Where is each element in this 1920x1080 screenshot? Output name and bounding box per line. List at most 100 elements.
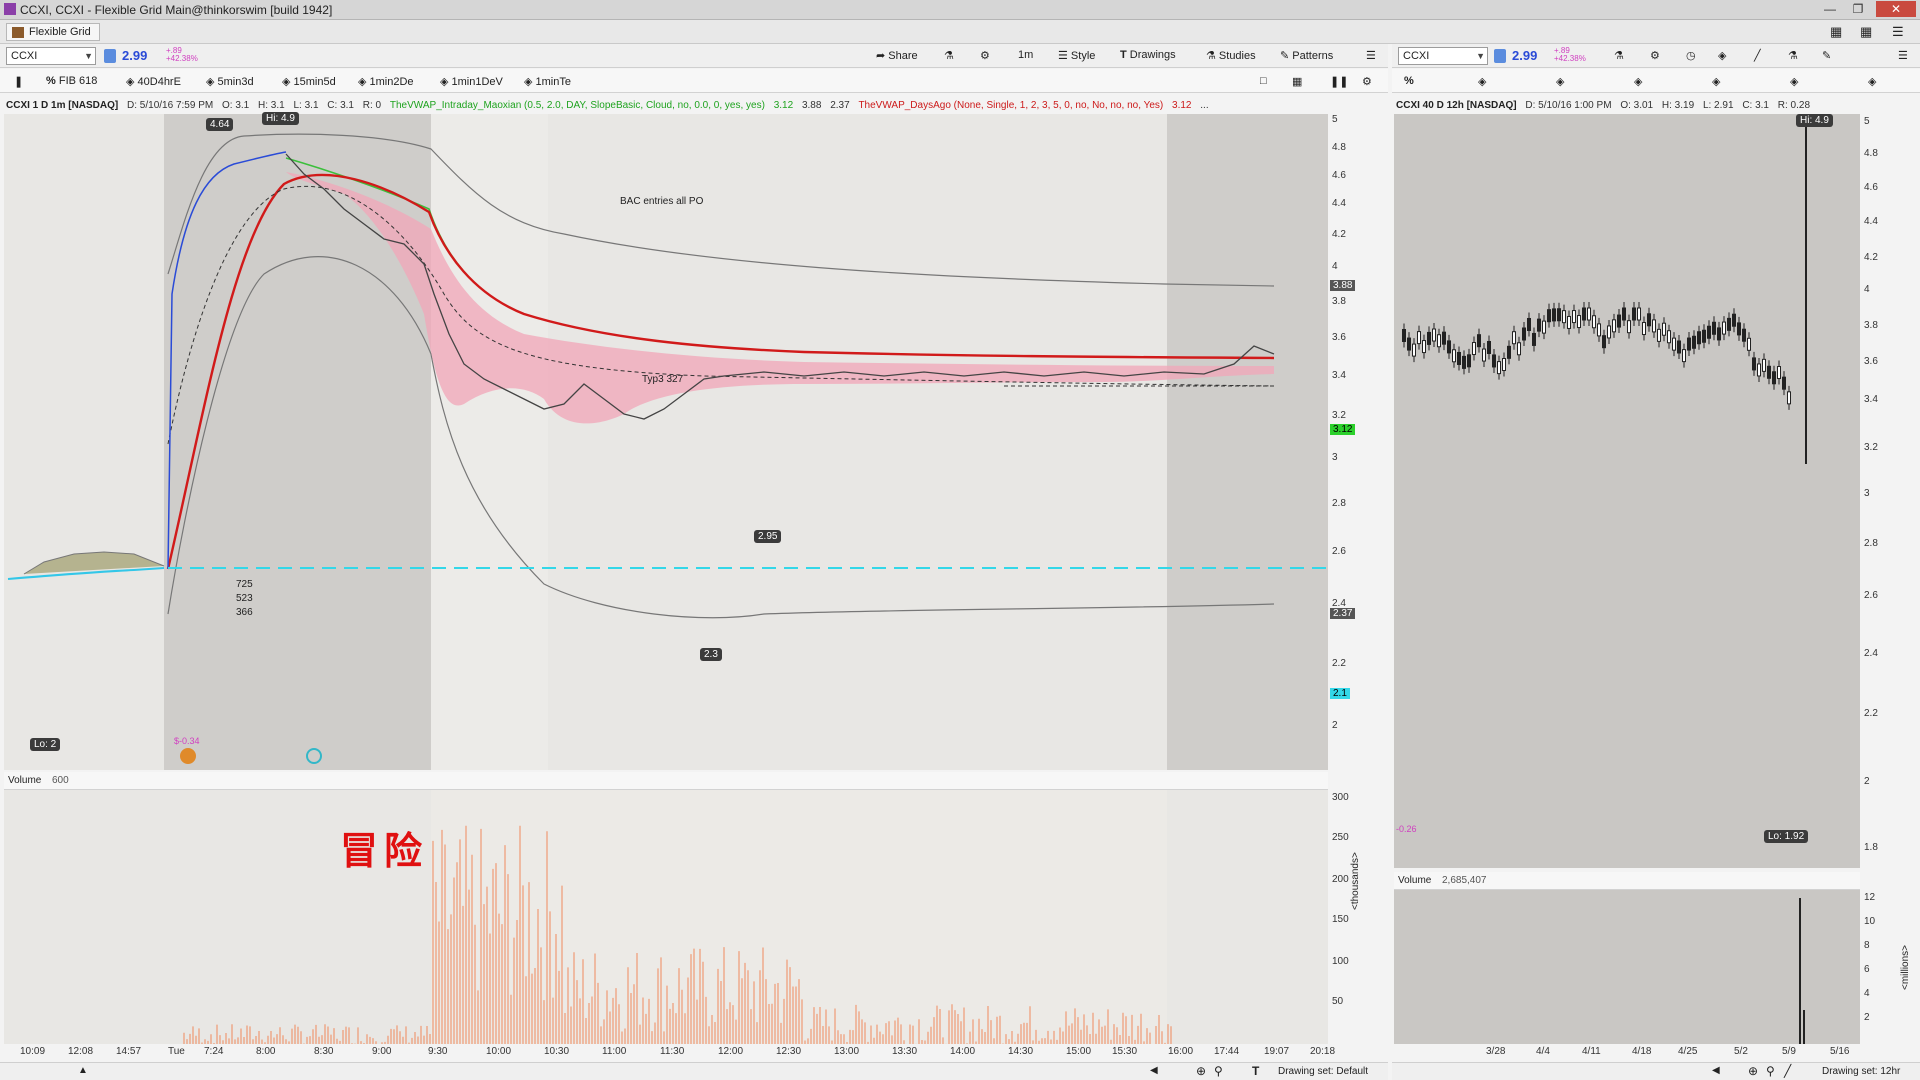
scroll-left-icon[interactable]: ◀ [1712,1065,1720,1076]
clock-icon[interactable]: ◷ [1686,49,1696,62]
study-btn-1min2de[interactable]: ◈ 1min2De [358,75,414,88]
right-candle-body [1437,334,1441,348]
drawings-button[interactable]: T Drawings [1120,49,1176,61]
study1-label[interactable]: TheVWAP_Intraday_Maoxian (0.5, 2.0, DAY,… [390,100,765,111]
magnifier-icon[interactable]: ⚲ [1766,1064,1775,1078]
right-candle-body [1572,310,1576,324]
maximize-icon[interactable]: □ [1260,75,1267,87]
study-btn-5min3d[interactable]: ◈ 5min3d [206,75,254,88]
left-price-chart[interactable] [4,114,1328,770]
x-tick: 16:00 [1168,1046,1194,1057]
right-symbol-text: CCXI [1403,50,1430,62]
chart-menu-icon[interactable]: ☰ [1366,49,1376,62]
left-x-axis: 10:09 12:08 14:57 Tue 7:24 8:00 8:30 9:0… [4,1044,1335,1060]
tab-flexible-grid[interactable]: Flexible Grid [6,23,100,41]
fib-icon[interactable]: % [1404,75,1414,87]
draw-line-icon[interactable]: ╱ [1754,49,1761,62]
study-icon[interactable]: ◈ [1556,75,1564,88]
studies-icon[interactable]: ⚗ [1788,49,1798,62]
studies-button[interactable]: ⚗ Studies [1206,49,1256,62]
link-icon[interactable] [104,49,116,63]
right-header-range: R: 0.28 [1777,100,1811,111]
style-icon[interactable]: ◈ [1718,49,1726,62]
study-icon[interactable]: ◈ [1790,75,1798,88]
left-header-open: O: 3.1 [221,100,250,111]
study2-label[interactable]: TheVWAP_DaysAgo (None, Single, 1, 2, 3, … [858,100,1163,111]
pin-icon[interactable]: ❚ [14,75,23,88]
chevron-down-icon[interactable]: ▼ [1476,48,1485,64]
draw-line-icon[interactable]: ╱ [1784,1064,1791,1078]
left-header-close: C: 3.1 [327,100,354,111]
magnifier-icon[interactable]: ⚲ [1214,1064,1223,1078]
study-icon[interactable]: ◈ [1868,75,1876,88]
columns-icon[interactable]: ❚❚ [1330,75,1348,88]
drawing-set-left[interactable]: Drawing set: Default [1278,1066,1368,1077]
y-tick: 3.6 [1864,356,1878,367]
count-item: 725 [236,579,253,590]
close-button[interactable]: ✕ [1876,1,1916,17]
study-btn-1minte[interactable]: ◈ 1minTe [524,75,571,88]
study-icon[interactable]: ◈ [1634,75,1642,88]
chevron-down-icon[interactable]: ▼ [84,48,93,64]
study-btn-15min5d[interactable]: ◈ 15min5d [282,75,336,88]
volume-value: 600 [52,775,69,786]
zoom-icon[interactable]: ⊕ [1196,1064,1206,1078]
x-tick: 13:30 [892,1046,918,1057]
right-candle-body [1422,340,1426,354]
right-header-close: C: 3.1 [1742,100,1769,111]
study-icon[interactable]: ◈ [1712,75,1720,88]
trade-marker-icon[interactable] [180,748,196,764]
grid-layout-icon[interactable]: ▦ [1830,24,1842,40]
gear-icon[interactable]: ⚙ [980,49,990,62]
flask-icon[interactable]: ⚗ [1614,49,1624,62]
left-symbol-input[interactable]: CCXI ▼ [6,47,96,65]
patterns-button[interactable]: ✎ Patterns [1280,49,1333,62]
grid-settings-icon[interactable]: ▦ [1860,24,1872,40]
flask-icon[interactable]: ⚗ [944,49,954,62]
study-btn-1min1dev[interactable]: ◈ 1min1DeV [440,75,503,88]
tab-label: Flexible Grid [29,26,91,38]
link-icon[interactable] [1494,49,1506,63]
chart-menu-icon[interactable]: ☰ [1898,49,1908,62]
right-symbol-input[interactable]: CCXI ▼ [1398,47,1488,65]
right-candle-body [1417,331,1421,345]
x-tick: 12:30 [776,1046,802,1057]
scroll-left-icon[interactable]: ◀ [1150,1065,1158,1076]
right-candle-body [1697,331,1701,345]
patterns-icon[interactable]: ✎ [1822,49,1831,62]
right-last-price: 2.99 [1512,48,1538,63]
timeframe-button[interactable]: 1m [1018,49,1033,61]
right-candle-body [1542,320,1546,334]
volume-unit: <thousands> [1350,852,1361,910]
grid-icon[interactable]: ▦ [1292,75,1302,88]
right-candle-body [1587,307,1591,321]
count-list: 725 523 366 [236,578,253,620]
study-btn-fib[interactable]: % FIB 618 [46,75,97,87]
menu-icon[interactable]: ☰ [1892,24,1904,40]
drawing-set-right[interactable]: Drawing set: 12hr [1822,1066,1900,1077]
right-candle-body [1547,309,1551,323]
study-icon[interactable]: ◈ [1478,75,1486,88]
study-btn-40d4hre[interactable]: ◈ 40D4hrE [126,75,181,88]
event-marker-icon[interactable] [306,748,322,764]
zoom-icon[interactable]: ⊕ [1748,1064,1758,1078]
text-tool-icon[interactable]: T [1252,1064,1259,1078]
gear-icon[interactable]: ⚙ [1650,49,1660,62]
right-candle-body [1752,357,1756,371]
y-tick: 4 [1332,261,1338,272]
share-button[interactable]: ➦ Share [876,49,918,62]
x-tick: 5/9 [1782,1046,1796,1057]
right-price-chart[interactable] [1394,114,1860,868]
left-chart-header: CCXI 1 D 1m [NASDAQ] D: 5/10/16 7:59 PM … [6,98,1326,114]
style-button[interactable]: ☰ Style [1058,49,1095,62]
restore-button[interactable]: ❐ [1846,1,1870,17]
y-tick: 4.6 [1864,182,1878,193]
settings-icon[interactable]: ⚙ [1362,75,1372,88]
minimize-button[interactable]: — [1818,1,1842,17]
right-candle-body [1692,335,1696,349]
collapse-icon[interactable]: ▲ [78,1065,88,1076]
right-candle-body [1592,315,1596,329]
hi-tag: Hi: 4.9 [262,112,299,125]
right-candle-body [1432,328,1436,342]
right-candle-body [1672,337,1676,351]
